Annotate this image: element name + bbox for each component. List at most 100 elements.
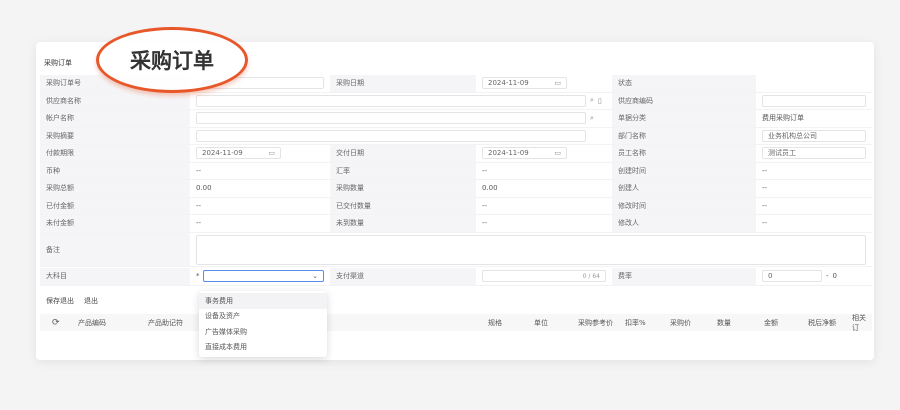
calendar-icon[interactable]: ▭ <box>554 149 561 157</box>
product-table-header: ⟳ 产品编码 产品助记符 规格 单位 采购参考价 扣率% 采购价 数量 金额 税… <box>40 314 872 332</box>
field-value-cell: -- <box>476 198 612 215</box>
field-value: -- <box>482 202 487 210</box>
pay-channel-input[interactable]: 0 / 64 <box>482 270 606 283</box>
field-label: 采购数量 <box>330 180 476 198</box>
field-value-cell: -- <box>756 180 872 198</box>
col-header: 金额 <box>764 318 778 327</box>
exit-button[interactable]: 退出 <box>84 296 98 306</box>
field-value: -- <box>762 184 767 192</box>
value-text: -- <box>482 219 488 228</box>
field-value: -- <box>762 167 767 175</box>
field-label: 采购日期 <box>330 75 476 93</box>
field-value: -- <box>196 219 201 227</box>
value-text: -- <box>196 219 202 228</box>
value-text: -- <box>482 201 488 210</box>
field-label: 供应商编码 <box>612 92 756 110</box>
category-select[interactable]: ⌄ <box>202 270 324 283</box>
value-text: 业务机构总公司 <box>768 131 817 140</box>
field-value: -- <box>762 219 767 227</box>
col-header: 采购价 <box>670 318 691 327</box>
dropdown-option[interactable]: 广告媒体采购 <box>199 324 327 340</box>
field-value-cell: -- <box>190 215 330 233</box>
value-text: -- <box>482 166 488 175</box>
text-input[interactable]: 测试员工 <box>762 147 866 160</box>
value-text: 费用采购订单 <box>762 114 804 123</box>
field-label: 未到数量 <box>330 215 476 233</box>
text-input[interactable] <box>196 94 586 107</box>
field-label: 帐户名称 <box>40 110 190 128</box>
range-separator: - <box>826 272 829 281</box>
remark-input[interactable] <box>196 234 866 265</box>
text-input[interactable] <box>762 94 866 107</box>
value-text: -- <box>762 166 768 175</box>
pay-channel-label: 支付渠道 <box>330 268 476 286</box>
tax-to-input[interactable]: 0 <box>833 272 837 280</box>
date-input[interactable]: 2024-11-09 ▭ <box>482 77 567 90</box>
field-label: 付款期限 <box>40 145 190 163</box>
field-value-cell: -- <box>756 163 872 180</box>
field-value-cell: 费用采购订单 <box>756 110 872 128</box>
field-label: 创建人 <box>612 180 756 198</box>
value-text: 2024-11-09 <box>202 149 243 158</box>
search-icon[interactable]: ⌕ <box>590 114 594 123</box>
field-value: 0.00 <box>196 184 212 192</box>
field-value-cell: 业务机构总公司 <box>756 128 872 145</box>
col-header: 产品助记符 <box>148 318 183 327</box>
save-exit-button[interactable]: 保存退出 <box>46 296 74 306</box>
remark-label: 备注 <box>40 233 190 267</box>
order-form: 采购订单号0001采购日期2024-11-09▭状态供应商名称⌕▯供应商编码帐户… <box>40 75 872 233</box>
field-value-cell: -- <box>190 198 330 215</box>
tax-label: 费率 <box>612 268 756 286</box>
field-value: -- <box>196 202 201 210</box>
clipboard-icon[interactable]: ▯ <box>598 97 602 105</box>
field-value-cell: -- <box>756 198 872 215</box>
text-input[interactable] <box>196 129 586 142</box>
field-value-cell: -- <box>476 215 612 233</box>
callout-badge: 采购订单 <box>96 27 248 93</box>
value-text: -- <box>762 184 768 193</box>
value-text: -- <box>762 201 768 210</box>
value-text: 2024-11-09 <box>488 79 529 88</box>
calendar-icon[interactable]: ▭ <box>554 79 561 87</box>
text-input[interactable] <box>196 112 586 125</box>
value-text: -- <box>762 219 768 228</box>
remark-row: 备注 <box>40 233 872 267</box>
date-input[interactable]: 2024-11-09 ▭ <box>196 147 281 160</box>
tax-from-input[interactable]: 0 <box>762 270 822 283</box>
dropdown-option[interactable]: 事务费用 <box>199 293 327 309</box>
col-header: 数量 <box>717 318 731 327</box>
field-label: 员工名称 <box>612 145 756 163</box>
field-value-cell: -- <box>190 163 330 180</box>
value-text: 0.00 <box>196 184 212 193</box>
field-label: 已交付数量 <box>330 197 476 215</box>
refresh-icon[interactable]: ⟳ <box>52 318 60 328</box>
field-value-cell <box>190 128 612 145</box>
calendar-icon[interactable]: ▭ <box>268 149 275 157</box>
text-input[interactable]: 业务机构总公司 <box>762 129 866 142</box>
dropdown-option[interactable]: 直接成本费用 <box>199 340 327 356</box>
col-header: 采购参考价 <box>578 318 613 327</box>
value-text: 2024-11-09 <box>488 149 529 158</box>
value-text: 测试员工 <box>768 149 796 158</box>
field-label: 币种 <box>40 162 190 180</box>
field-label: 已付金额 <box>40 197 190 215</box>
char-counter: 0 / 64 <box>582 272 600 280</box>
search-icon[interactable]: ⌕ <box>590 96 594 105</box>
field-label: 交付日期 <box>330 145 476 163</box>
col-header: 扣率% <box>625 318 646 327</box>
field-label: 未付金额 <box>40 215 190 233</box>
field-value-cell: 2024-11-09 ▭ <box>190 145 330 163</box>
col-header: 规格 <box>488 318 502 327</box>
field-value-cell: ⌕ <box>190 110 612 128</box>
action-buttons: 保存退出 退出 <box>46 296 98 306</box>
dropdown-option[interactable]: 设备及资产 <box>199 309 327 325</box>
field-label: 供应商名称 <box>40 92 190 110</box>
category-row: 大科目 * ⌄ 支付渠道 0 / 64 费率 0-0 <box>40 268 872 286</box>
value-text: 0.00 <box>482 184 498 193</box>
field-value: 0.00 <box>482 184 498 192</box>
page-title: 采购订单 <box>44 59 72 67</box>
field-value: -- <box>762 202 767 210</box>
field-value-cell: 2024-11-09 ▭ <box>476 145 612 163</box>
field-value-cell: -- <box>756 215 872 233</box>
date-input[interactable]: 2024-11-09 ▭ <box>482 147 567 160</box>
